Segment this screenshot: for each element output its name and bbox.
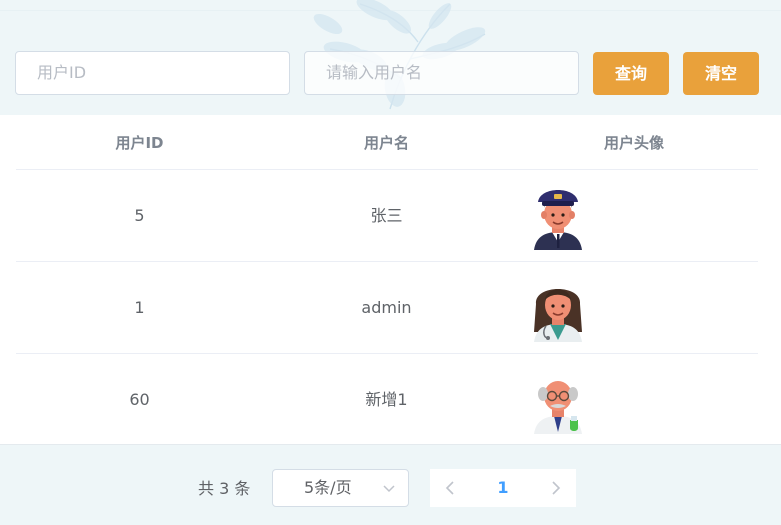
query-button[interactable]: 查询 [593, 52, 669, 95]
cell-user-id: 60 [129, 390, 150, 409]
page-size-value: 5条/页 [304, 478, 352, 497]
table-row: 1 admin [16, 262, 758, 354]
table-row: 5 张三 [16, 170, 758, 262]
table-header: 用户ID 用户名 用户头像 [16, 115, 758, 170]
search-bar: 用户ID 请输入用户名 查询 清空 [0, 0, 781, 115]
chevron-left-icon [445, 481, 454, 495]
cell-user-id: 5 [134, 206, 145, 225]
next-page-button[interactable] [536, 469, 576, 507]
column-header-user-id: 用户ID [115, 134, 164, 152]
total-count: 共 3 条 [198, 479, 251, 498]
cell-username: admin [361, 298, 412, 317]
page-size-select[interactable]: 5条/页 [272, 469, 409, 507]
column-header-avatar: 用户头像 [603, 134, 664, 152]
chevron-right-icon [552, 481, 561, 495]
column-header-username: 用户名 [363, 134, 409, 152]
doctor-woman-avatar-icon [534, 289, 582, 342]
cell-user-id: 1 [134, 298, 145, 317]
user-id-input[interactable]: 用户ID [15, 51, 290, 95]
scientist-avatar-icon [534, 381, 582, 434]
pagination: 1 [430, 469, 576, 507]
user-table: 用户ID 用户名 用户头像 5 张三 1 admin 60 新增1 [0, 115, 781, 445]
cell-username: 张三 [370, 206, 403, 225]
clear-button[interactable]: 清空 [683, 52, 759, 95]
chevron-down-icon [383, 485, 395, 493]
page-number-current[interactable]: 1 [470, 469, 536, 507]
pilot-avatar-icon [534, 190, 582, 250]
username-input[interactable]: 请输入用户名 [304, 51, 579, 95]
table-row: 60 新增1 [16, 354, 758, 446]
prev-page-button[interactable] [430, 469, 470, 507]
divider [0, 444, 781, 445]
cell-username: 新增1 [365, 390, 408, 409]
